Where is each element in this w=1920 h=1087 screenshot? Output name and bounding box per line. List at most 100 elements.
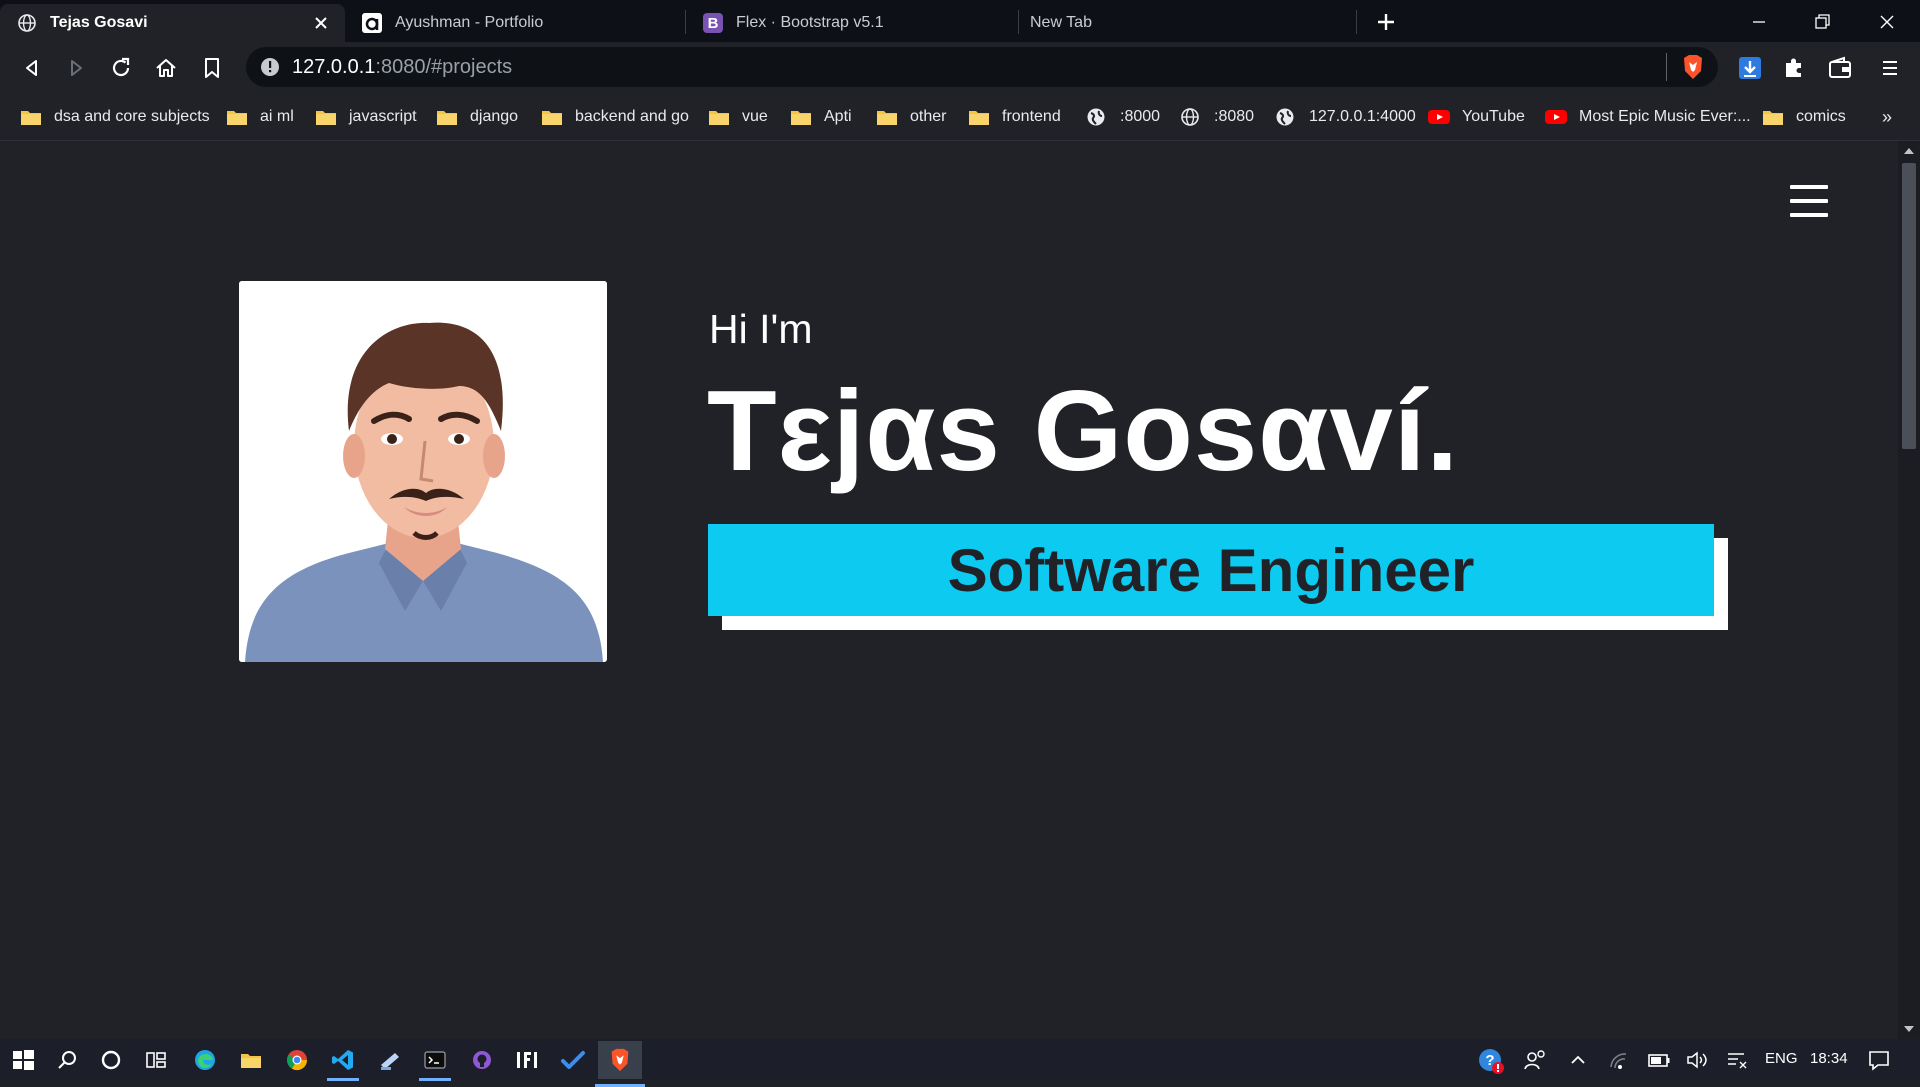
bookmark-label: other [910,108,947,125]
back-icon[interactable] [18,54,46,82]
bookmark-backend-and-go[interactable]: backend and go [541,104,689,130]
wifi-icon[interactable] [1606,1047,1632,1073]
bookmark-8080[interactable]: :8080 [1180,104,1254,130]
brave-shields-icon[interactable] [1680,53,1706,81]
network-status-icon[interactable] [1724,1047,1750,1073]
bookmark-dsa-and-core-subjects[interactable]: dsa and core subjects [20,104,210,130]
globe-icon [16,12,38,34]
forward-icon[interactable] [62,54,90,82]
bookmark-label: ai ml [260,108,294,125]
bookmark-label: dsa and core subjects [54,108,210,125]
windows-taskbar: ? ENG 18:34 [0,1039,1920,1087]
folder-icon [876,107,898,127]
bookmark-frontend[interactable]: frontend [968,104,1061,130]
info-icon[interactable] [260,57,280,77]
hamburger-menu-icon[interactable] [1790,185,1828,223]
downloads-icon[interactable] [1736,54,1764,82]
folder-icon [226,107,248,127]
bookmark-label: vue [742,108,768,125]
folder-icon [708,107,730,127]
help-badge-icon[interactable]: ? [1477,1047,1504,1074]
bookmark-icon[interactable] [198,54,226,82]
page-scrollbar[interactable] [1898,141,1920,1039]
github-desktop-icon[interactable] [469,1047,495,1073]
tab-new-tab[interactable]: New Tab [1020,4,1356,42]
tab-title: Tejas Gosavi [50,14,148,31]
url-text: 127.0.0.1:8080/#projects [292,56,512,79]
bookmark-label: backend and go [575,108,689,125]
brave-taskbar-icon[interactable] [595,1041,645,1087]
address-bar[interactable]: 127.0.0.1:8080/#projects [246,47,1718,87]
svg-text:B: B [708,15,719,32]
url-path: :8080/#projects [375,56,513,78]
bookmark-label: Most Epic Music Ever:... [1579,108,1751,125]
youtube-icon [1428,107,1450,127]
wallet-icon[interactable] [1826,54,1854,82]
scroll-down-arrow-icon[interactable] [1904,1025,1914,1033]
tab-bootstrap-flex[interactable]: B Flex · Bootstrap v5.1 [686,4,1018,42]
people-icon[interactable] [1522,1047,1548,1073]
tab-tejas-gosavi[interactable]: Tejas Gosavi [0,4,345,42]
bookmark-8000[interactable]: :8000 [1086,104,1160,130]
bookmark-apti[interactable]: Apti [790,104,852,130]
language-indicator[interactable]: ENG [1765,1050,1798,1067]
notifications-icon[interactable] [1866,1047,1892,1073]
bookmark-label: django [470,108,519,125]
bookmark-javascript[interactable]: javascript [315,104,417,130]
browser-tab-strip: Tejas Gosavi Ayushman - Portfolio B Flex… [0,0,1920,42]
battery-icon[interactable] [1646,1047,1672,1073]
vscode-icon[interactable] [327,1047,359,1081]
hero-name: Tεjαs Gosαví. [707,368,1460,495]
extensions-puzzle-icon[interactable] [1780,54,1808,82]
close-window-icon[interactable] [1873,8,1901,36]
folder-icon [1762,107,1784,127]
bookmark-django[interactable]: django [436,104,518,130]
minimize-icon[interactable] [1745,8,1773,36]
avatar-illustration [239,281,607,662]
bookmarks-bar: dsa and core subjects ai ml javascript d… [0,94,1920,141]
pen-tool-icon[interactable] [377,1047,403,1073]
bookmarks-overflow-chevron[interactable]: » [1882,104,1892,130]
bookmark-youtube[interactable]: YouTube [1428,104,1525,130]
edge-browser-icon[interactable] [192,1047,218,1073]
bookmark-comics[interactable]: comics [1762,104,1846,130]
role-badge: Software Engineer [708,524,1714,616]
scroll-up-arrow-icon[interactable] [1904,147,1914,155]
windows-start-icon[interactable] [10,1047,36,1073]
globe-icon [1086,107,1108,127]
bookmark-label: YouTube [1462,108,1525,125]
new-tab-plus-icon[interactable] [1372,8,1400,36]
task-view-icon[interactable] [143,1047,169,1073]
bookmark-most-epic-music[interactable]: Most Epic Music Ever:... [1545,104,1751,130]
figma-f-icon[interactable] [514,1047,540,1073]
search-icon[interactable] [54,1047,80,1073]
tab-ayushman-portfolio[interactable]: Ayushman - Portfolio [345,4,685,42]
menu-icon[interactable] [1876,54,1904,82]
tab-title: Flex · Bootstrap v5.1 [736,14,884,31]
file-explorer-icon[interactable] [238,1047,264,1073]
scroll-thumb[interactable] [1902,163,1916,449]
folder-icon [541,107,563,127]
cortana-icon[interactable] [98,1047,124,1073]
bootstrap-icon: B [702,12,724,34]
reload-icon[interactable] [107,54,135,82]
chrome-icon[interactable] [284,1047,310,1073]
close-tab-icon[interactable] [311,13,331,33]
todo-check-icon[interactable] [560,1047,586,1073]
bookmark-ai-ml[interactable]: ai ml [226,104,294,130]
bookmark-other[interactable]: other [876,104,946,130]
tab-separator [1356,10,1357,34]
volume-icon[interactable] [1684,1047,1710,1073]
clock-time[interactable]: 18:34 [1810,1050,1848,1067]
home-icon[interactable] [152,54,180,82]
bookmark-127-0-0-1-4000[interactable]: 127.0.0.1:4000 [1275,104,1416,130]
bookmark-label: Apti [824,108,852,125]
folder-icon [790,107,812,127]
terminal-icon[interactable] [419,1047,451,1081]
portfolio-page: Hi I'm Tεjαs Gosαví. Software Engineer [0,141,1898,1039]
chevron-up-icon[interactable] [1565,1047,1591,1073]
restore-icon[interactable] [1808,8,1836,36]
bookmark-vue[interactable]: vue [708,104,768,130]
folder-icon [315,107,337,127]
browser-toolbar: 127.0.0.1:8080/#projects [0,42,1920,94]
